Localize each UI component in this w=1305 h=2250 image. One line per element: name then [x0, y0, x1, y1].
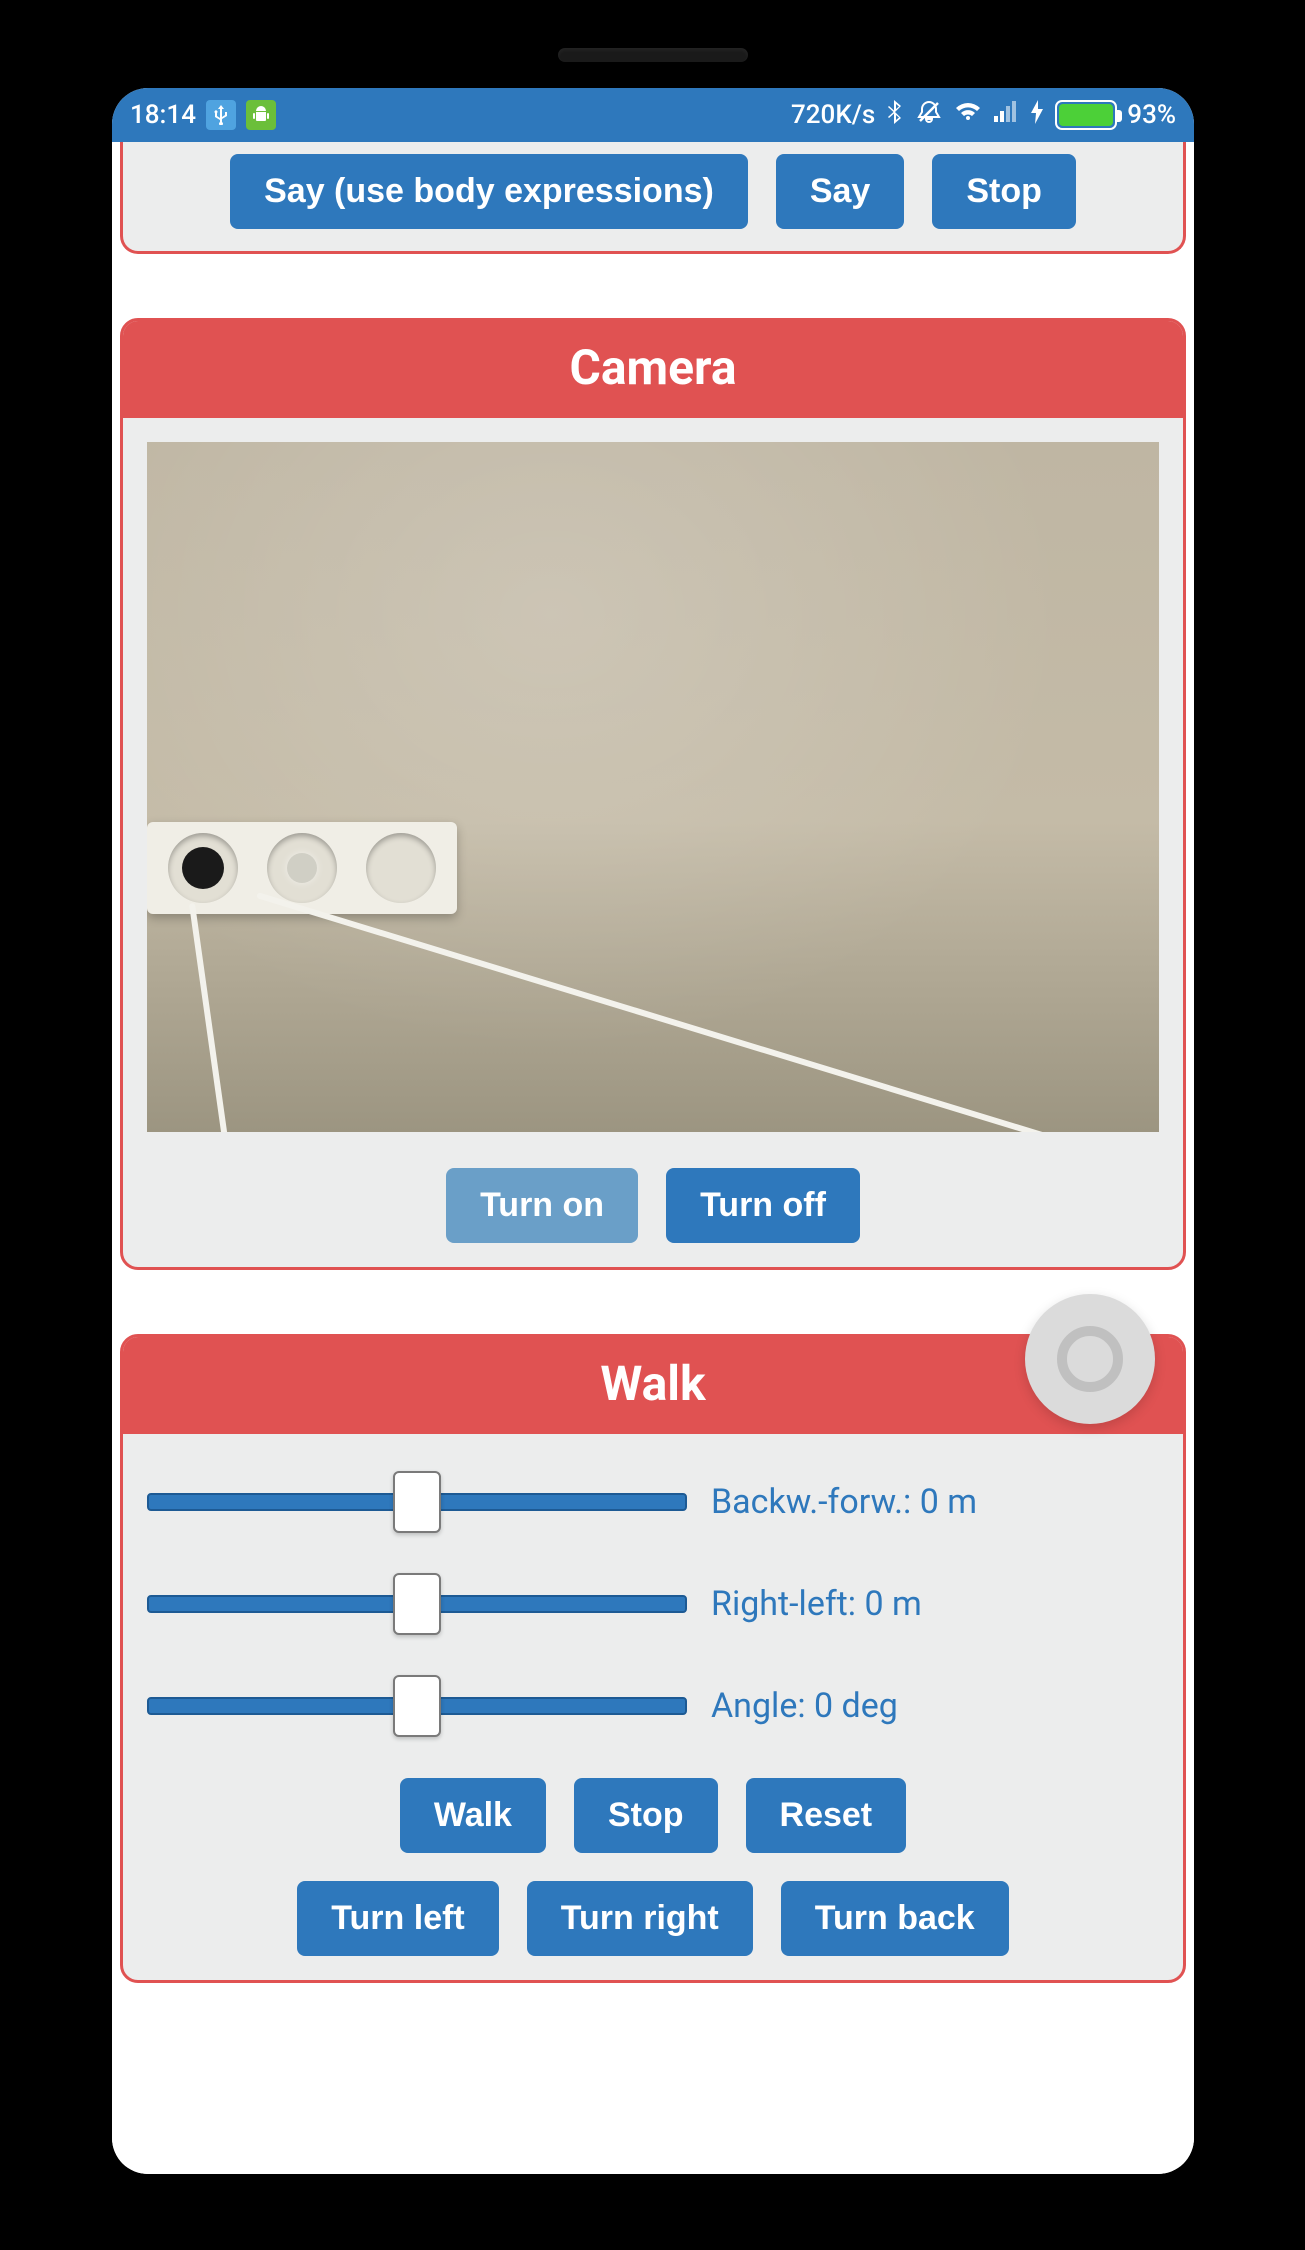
phone-speaker	[558, 48, 748, 62]
floating-action-button[interactable]	[1025, 1294, 1155, 1424]
turn-back-button[interactable]: Turn back	[781, 1881, 1009, 1956]
speech-card: Say (use body expressions) Say Stop	[120, 142, 1186, 254]
usb-icon	[206, 100, 236, 130]
status-bar: 18:14 720K/s	[112, 88, 1194, 142]
wifi-icon	[953, 100, 983, 131]
turn-off-button[interactable]: Turn off	[666, 1168, 860, 1243]
slider-right-left-row: Right-left: 0 m	[147, 1580, 1159, 1628]
app-content: Say (use body expressions) Say Stop Came…	[112, 142, 1194, 2174]
reset-button[interactable]: Reset	[746, 1778, 907, 1853]
camera-button-row: Turn on Turn off	[147, 1168, 1159, 1243]
turn-on-button[interactable]: Turn on	[446, 1168, 638, 1243]
walk-sliders: Backw.-forw.: 0 m Right-left: 0 m	[147, 1458, 1159, 1778]
battery-icon	[1055, 100, 1117, 130]
stop-speech-button[interactable]: Stop	[932, 154, 1076, 229]
circle-icon	[1057, 1326, 1123, 1392]
say-body-button[interactable]: Say (use body expressions)	[230, 154, 748, 229]
turn-right-button[interactable]: Turn right	[527, 1881, 753, 1956]
slider-right-left[interactable]	[147, 1580, 687, 1628]
status-right: 720K/s 93%	[791, 98, 1176, 133]
status-battery-pct: 93%	[1127, 100, 1176, 130]
slider-angle-row: Angle: 0 deg	[147, 1682, 1159, 1730]
slider-rl-label: Right-left: 0 m	[711, 1584, 922, 1624]
slider-angle[interactable]	[147, 1682, 687, 1730]
phone-frame: 18:14 720K/s	[112, 88, 1194, 2174]
walk-button-row-2: Turn left Turn right Turn back	[147, 1881, 1159, 1956]
camera-card-title: Camera	[123, 321, 1183, 418]
walk-card-title: Walk	[123, 1337, 1183, 1434]
status-time: 18:14	[130, 100, 196, 130]
status-netspeed: 720K/s	[791, 100, 875, 130]
camera-feed	[147, 442, 1159, 1132]
walk-button-row-1: Walk Stop Reset	[147, 1778, 1159, 1853]
turn-left-button[interactable]: Turn left	[297, 1881, 498, 1956]
stop-walk-button[interactable]: Stop	[574, 1778, 718, 1853]
speech-button-row: Say (use body expressions) Say Stop	[147, 154, 1159, 229]
slider-backward-forward-row: Backw.-forw.: 0 m	[147, 1478, 1159, 1526]
camera-card: Camera Turn on Turn off	[120, 318, 1186, 1270]
slider-angle-label: Angle: 0 deg	[711, 1686, 898, 1726]
say-button[interactable]: Say	[776, 154, 905, 229]
mute-icon	[915, 98, 943, 133]
bluetooth-icon	[885, 98, 905, 133]
walk-card: Walk Backw.-forw.: 0 m	[120, 1334, 1186, 1983]
charging-icon	[1029, 99, 1045, 132]
android-icon	[246, 100, 276, 130]
slider-bf-label: Backw.-forw.: 0 m	[711, 1482, 977, 1522]
signal-icon	[993, 100, 1019, 130]
status-left: 18:14	[130, 100, 276, 130]
slider-backward-forward[interactable]	[147, 1478, 687, 1526]
walk-button[interactable]: Walk	[400, 1778, 546, 1853]
